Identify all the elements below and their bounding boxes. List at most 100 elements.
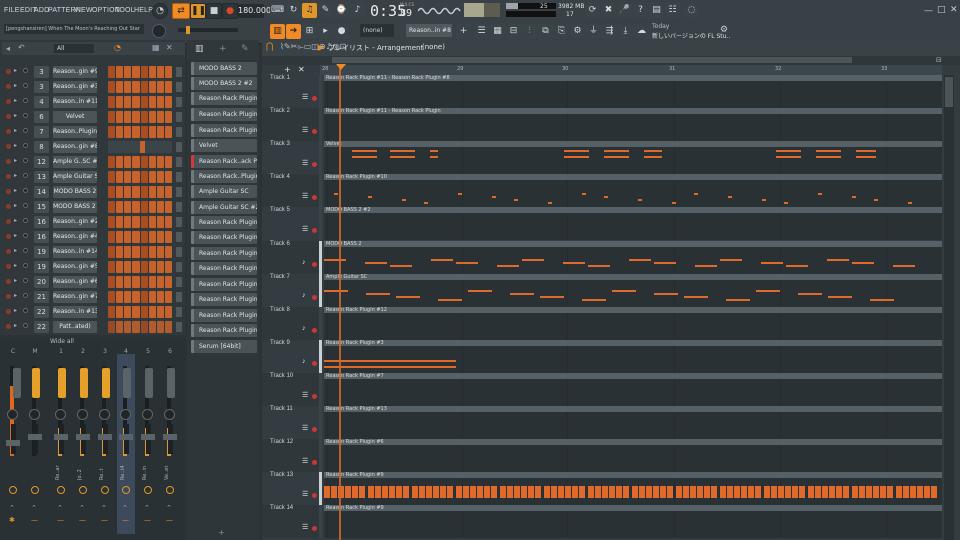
step-cell[interactable] (156, 321, 164, 333)
step-cell[interactable] (124, 66, 132, 78)
track-lane[interactable] (324, 147, 942, 174)
channel-arrow-icon[interactable]: ▸ (14, 233, 20, 239)
track-lane[interactable] (324, 313, 942, 340)
step-cell[interactable] (148, 171, 156, 183)
channel-led-icon[interactable] (6, 234, 11, 239)
mixer-arm-icon[interactable]: — (122, 516, 129, 524)
step-sequencer[interactable] (108, 156, 172, 168)
step-cell[interactable] (148, 216, 156, 228)
channel-led-icon[interactable] (6, 294, 11, 299)
picker-item[interactable]: Reason Rack Plugin #4 (191, 231, 257, 244)
channel-mixer-track[interactable]: 8 (34, 141, 49, 153)
step-cell[interactable] (140, 66, 148, 78)
step-cell[interactable] (164, 261, 172, 273)
channel-row[interactable]: ▸ 16 Reason..gin #2 (0, 215, 185, 230)
mixer-volume-handle[interactable] (98, 434, 112, 440)
track-grip-icon[interactable]: ☰ (302, 457, 308, 465)
track-header[interactable]: Track 10 ☰ (262, 373, 322, 406)
step-sequencer[interactable] (108, 276, 172, 288)
step-cell[interactable] (116, 81, 124, 93)
pattern-clip[interactable]: Reason Rack Plugin #10 (324, 174, 942, 180)
mixer-strip[interactable]: 5 Re..in ⌃ — (139, 348, 157, 534)
channel-mixer-track[interactable]: 16 (34, 231, 49, 243)
arrow-icon[interactable]: ➔ (286, 24, 301, 39)
channel-name-button[interactable]: Reason..in #11 (53, 96, 97, 108)
mixer-fader[interactable] (13, 368, 21, 398)
track-header[interactable]: Track 3 ☰ (262, 141, 322, 174)
step-sequencer[interactable] (108, 111, 172, 123)
channel-mixer-track[interactable]: 13 (34, 171, 49, 183)
step-sequencer[interactable] (108, 141, 172, 153)
track-lane[interactable] (324, 445, 942, 472)
channel-row[interactable]: ▸ 4 Reason..in #11 (0, 95, 185, 110)
playlist-view-icon[interactable]: ☰ (474, 24, 489, 39)
step-cell[interactable] (116, 261, 124, 273)
track-mute-led[interactable] (312, 96, 317, 101)
channel-arrow-icon[interactable]: ▸ (14, 323, 20, 329)
track-header[interactable]: Track 14 ☰ (262, 505, 322, 538)
step-cell[interactable] (116, 306, 124, 318)
mixer-volume-handle[interactable] (141, 434, 155, 440)
step-cell[interactable] (116, 246, 124, 258)
step-cell[interactable] (164, 186, 172, 198)
step-cell[interactable] (124, 81, 132, 93)
step-cell[interactable] (108, 111, 116, 123)
channel-arrow-icon[interactable]: ▸ (14, 218, 20, 224)
playhead[interactable] (339, 65, 341, 540)
track-grip-icon[interactable]: ☰ (302, 424, 308, 432)
step-cell[interactable] (116, 66, 124, 78)
pattern-plus-icon[interactable]: + (456, 24, 471, 39)
channel-mixer-track[interactable]: 20 (34, 276, 49, 288)
step-cell[interactable] (156, 216, 164, 228)
channel-name-button[interactable]: Reason..gin #4 (53, 231, 97, 243)
step-cell[interactable] (116, 111, 124, 123)
step-cell[interactable] (116, 201, 124, 213)
step-cell[interactable] (140, 186, 148, 198)
channel-mixer-track[interactable]: 12 (34, 156, 49, 168)
step-cell[interactable] (156, 261, 164, 273)
track-mute-led[interactable] (312, 162, 317, 167)
mixer-strip[interactable]: 2 Jo..2 ⌃ — (74, 348, 92, 534)
step-cell[interactable] (140, 291, 148, 303)
track-lane[interactable] (324, 247, 942, 274)
step-cell[interactable] (132, 246, 140, 258)
step-cell[interactable] (108, 246, 116, 258)
track-grip-icon[interactable]: ☰ (302, 93, 308, 101)
pattern-clip[interactable]: Reason Rack Plugin #11 - Reason Rack Plu… (324, 75, 942, 81)
step-cell[interactable] (164, 126, 172, 138)
mixer-strip[interactable]: 6 Ve..et ⌃ — (161, 348, 179, 534)
mixer-pan-knob[interactable] (77, 409, 88, 420)
play-button[interactable]: ❚❚ (190, 3, 206, 19)
channel-mixer-track[interactable]: 19 (34, 261, 49, 273)
picker-plus-icon[interactable]: + (219, 44, 227, 54)
channel-row[interactable]: ▸ 13 Ample Guitar SC (0, 170, 185, 185)
mixer-send-icon[interactable] (79, 486, 87, 494)
channel-arrow-icon[interactable]: ▸ (14, 143, 20, 149)
step-cell[interactable] (132, 276, 140, 288)
channel-arrow-icon[interactable]: ▸ (14, 173, 20, 179)
channel-led-icon[interactable] (6, 129, 11, 134)
track-lane[interactable] (324, 180, 942, 207)
channel-mixer-track[interactable]: 22 (34, 321, 49, 333)
step-cell[interactable] (140, 141, 145, 153)
mixer-strip[interactable]: 3 Re..t ⌃ — (96, 348, 114, 534)
channel-row[interactable]: ▸ 8 Reason..gin #8 (0, 140, 185, 155)
step-cell[interactable] (164, 306, 172, 318)
channel-name-button[interactable]: Reason..in #14 (53, 246, 97, 258)
channel-name-button[interactable]: Patt..ated) (53, 321, 97, 333)
track-lane[interactable] (324, 114, 942, 141)
record-button[interactable]: ● (222, 3, 238, 19)
step-cell[interactable] (108, 321, 116, 333)
channel-name-button[interactable]: Reason..gin #5 (53, 261, 97, 273)
pattern-clip[interactable]: Reason Rack Plugin #3 (324, 340, 942, 346)
step-edit-icon[interactable]: ♫ (302, 3, 317, 18)
step-cell[interactable] (108, 276, 116, 288)
step-cell[interactable] (108, 171, 116, 183)
channel-row[interactable]: ▸ 15 MODO BASS 2 #2 (0, 200, 185, 215)
step-cell[interactable] (140, 126, 148, 138)
channel-row[interactable]: ▸ 22 Patt..ated) (0, 320, 185, 335)
channel-mixer-track[interactable]: 14 (34, 186, 49, 198)
step-cell[interactable] (156, 231, 164, 243)
step-cell[interactable] (132, 186, 140, 198)
step-cell[interactable] (164, 291, 172, 303)
